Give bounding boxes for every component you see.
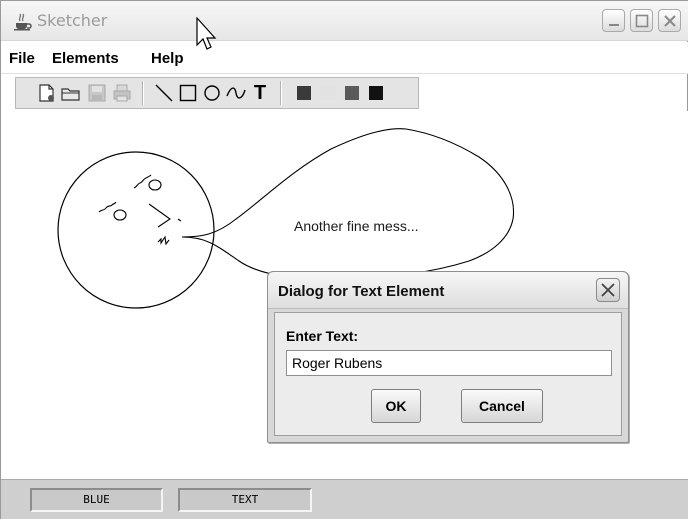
menu-help[interactable]: Help	[151, 50, 184, 67]
enter-text-label: Enter Text:	[286, 328, 359, 344]
text-input[interactable]	[286, 350, 612, 376]
print-button[interactable]	[111, 82, 133, 104]
blue-color-icon	[369, 86, 383, 100]
close-button[interactable]	[658, 9, 681, 32]
rectangle-tool-button[interactable]	[177, 82, 199, 104]
nose	[148, 203, 171, 228]
canvas-text-element[interactable]: Another fine mess...	[294, 218, 419, 234]
circle-tool-icon	[204, 85, 220, 101]
dialog-title: Dialog for Text Element	[278, 283, 445, 300]
close-icon	[664, 15, 676, 27]
toolbar: T	[15, 77, 419, 109]
title-bar[interactable]: Sketcher	[1, 1, 688, 41]
maximize-icon	[635, 14, 649, 28]
save-icon	[88, 84, 106, 102]
text-tool-button[interactable]: T	[249, 82, 271, 104]
right-eye	[148, 179, 162, 191]
mouth	[157, 218, 182, 246]
open-file-button[interactable]	[60, 82, 82, 104]
curve-tool-icon	[226, 87, 246, 99]
red-color-button[interactable]	[293, 82, 315, 104]
status-element-type: TEXT	[178, 488, 312, 512]
window-title: Sketcher	[37, 11, 108, 30]
left-eyebrow	[98, 201, 117, 213]
face-circle	[57, 151, 215, 309]
minimize-icon	[609, 24, 619, 26]
text-tool-icon: T	[253, 82, 267, 104]
status-bar: BLUE TEXT	[1, 479, 688, 519]
red-color-icon	[297, 86, 311, 100]
cancel-button[interactable]: Cancel	[461, 389, 543, 423]
save-button[interactable]	[86, 82, 108, 104]
new-file-button[interactable]	[36, 82, 58, 104]
dialog-content: Enter Text: OK Cancel	[274, 312, 622, 436]
toolbar-separator	[142, 81, 144, 105]
ok-button[interactable]: OK	[371, 389, 421, 423]
new-file-icon	[39, 84, 54, 102]
left-eye	[113, 209, 127, 221]
open-file-icon	[61, 88, 80, 101]
green-color-button[interactable]	[341, 82, 363, 104]
blue-color-button[interactable]	[365, 82, 387, 104]
java-cup-icon	[13, 11, 33, 31]
close-icon	[601, 283, 615, 297]
status-color: BLUE	[30, 488, 163, 512]
speech-bubble	[181, 128, 515, 280]
yellow-color-icon	[321, 86, 335, 100]
dialog-close-button[interactable]	[596, 278, 620, 302]
minimize-button[interactable]	[602, 9, 625, 32]
menu-bar: File Elements Help	[1, 42, 688, 74]
circle-tool-button[interactable]	[201, 82, 223, 104]
rectangle-tool-icon	[179, 84, 197, 102]
dialog-title-bar[interactable]: Dialog for Text Element	[268, 272, 628, 309]
mouse-cursor-icon	[196, 17, 217, 50]
green-color-icon	[345, 86, 359, 100]
right-eyebrow	[133, 174, 152, 189]
line-tool-button[interactable]	[153, 82, 175, 104]
sketcher-window: Sketcher File Elements Help T Another fi…	[0, 0, 688, 519]
maximize-button[interactable]	[630, 9, 653, 32]
print-icon	[113, 84, 131, 102]
curve-tool-button[interactable]	[225, 82, 247, 104]
yellow-color-button[interactable]	[317, 82, 339, 104]
line-tool-icon	[155, 84, 173, 102]
menu-elements[interactable]: Elements	[52, 50, 119, 67]
menu-file[interactable]: File	[9, 50, 35, 67]
toolbar-separator	[280, 81, 282, 105]
text-element-dialog: Dialog for Text Element Enter Text: OK C…	[267, 271, 629, 443]
